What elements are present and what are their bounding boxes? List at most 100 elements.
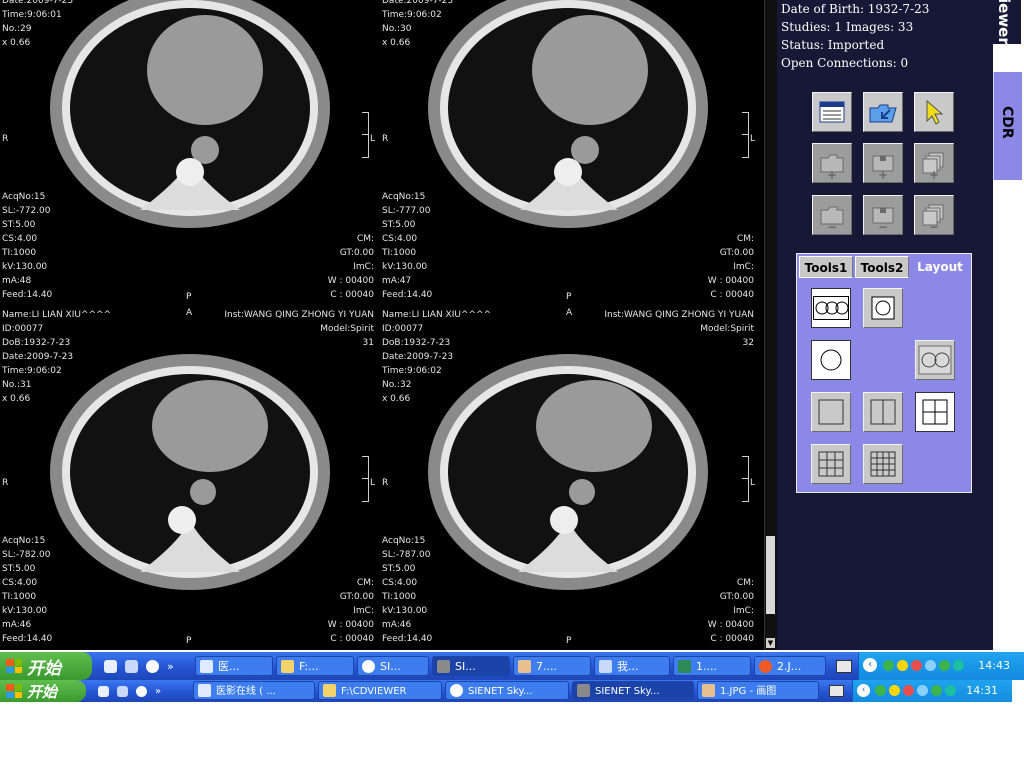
tray-icon[interactable] bbox=[945, 685, 956, 696]
minus-icon: − bbox=[928, 220, 940, 234]
add-folder-button[interactable]: + bbox=[812, 143, 852, 183]
scroll-down-arrow-icon[interactable]: ▼ bbox=[766, 638, 775, 648]
system-tray: ‹ 14:31 bbox=[852, 680, 1012, 702]
tray-icon[interactable] bbox=[953, 660, 964, 671]
layout-compare-heads-button[interactable] bbox=[915, 340, 955, 380]
clock[interactable]: 14:31 bbox=[966, 684, 998, 697]
task-button[interactable]: SIENET Sky... bbox=[445, 681, 569, 700]
orientation-right-marker: R bbox=[382, 134, 389, 144]
viewer-scrollbar[interactable]: ▼ bbox=[764, 0, 777, 650]
app-icon bbox=[678, 660, 691, 673]
tray-icon[interactable] bbox=[897, 660, 908, 671]
layout-4x4-button[interactable] bbox=[863, 444, 903, 484]
tray-icon[interactable] bbox=[917, 685, 928, 696]
layout-head-view-button[interactable] bbox=[811, 340, 851, 380]
layout-multi-head-button[interactable] bbox=[811, 288, 851, 328]
tab-cdr[interactable]: CDR bbox=[993, 72, 1022, 180]
ct-pane-1[interactable]: Date:2009-7-23 Time:9:06:01 No.:29 x 0.66 R… bbox=[0, 0, 380, 300]
orientation-right-marker: R bbox=[2, 478, 9, 488]
desktop-icon[interactable] bbox=[117, 685, 128, 697]
grid-2x2-icon bbox=[922, 399, 948, 425]
tab-tools1[interactable]: Tools1 bbox=[799, 256, 853, 278]
orientation-anterior-marker: A bbox=[566, 308, 573, 318]
windows-logo-icon bbox=[6, 684, 22, 698]
overlay-bottom-right: CM: GT:0.00 ImC: W : 00400 C : 00040 bbox=[327, 578, 374, 644]
overlay-top-left: Date:2009-7-23 Time:9:06:01 No.:29 x 0.66 bbox=[2, 0, 74, 48]
desktop-icon[interactable] bbox=[125, 659, 138, 673]
scrollbar-thumb[interactable] bbox=[766, 536, 775, 614]
tray-icon[interactable] bbox=[889, 685, 900, 696]
keyboard-icon[interactable] bbox=[829, 685, 844, 697]
remove-disk-button[interactable]: − bbox=[863, 195, 903, 235]
chevron-icon[interactable]: » bbox=[167, 660, 174, 673]
tray-icon[interactable] bbox=[875, 685, 886, 696]
orientation-left-marker: L bbox=[370, 478, 376, 488]
multi-head-icon bbox=[813, 296, 849, 320]
import-folder-button[interactable] bbox=[863, 92, 903, 132]
taskbar-top: 开始 » 医... F:... SI... SI... 7.... 我... 1… bbox=[0, 652, 1024, 680]
chevron-left-icon[interactable]: ‹ bbox=[863, 658, 877, 672]
minus-icon: − bbox=[826, 220, 838, 234]
tab-viewer[interactable]: iewer bbox=[993, 0, 1021, 46]
tab-tools2[interactable]: Tools2 bbox=[855, 256, 909, 278]
chevron-icon[interactable]: » bbox=[155, 686, 161, 697]
task-button-active[interactable]: SI... bbox=[432, 656, 510, 676]
start-button[interactable]: 开始 bbox=[0, 652, 92, 680]
task-button[interactable]: 1.JPG - 画图 bbox=[697, 681, 819, 700]
ie-icon[interactable] bbox=[104, 659, 117, 673]
patient-info: Date of Birth: 1932-7-23 Studies: 1 Imag… bbox=[781, 0, 929, 72]
app-icon bbox=[518, 660, 531, 673]
grid-3x3-icon bbox=[818, 451, 844, 477]
task-button[interactable]: 7.... bbox=[513, 656, 591, 676]
remove-folder-button[interactable]: − bbox=[812, 195, 852, 235]
media-player-icon[interactable] bbox=[136, 685, 147, 697]
task-button[interactable]: SI... bbox=[357, 656, 429, 676]
task-button[interactable]: F:\CDVIEWER bbox=[318, 681, 442, 700]
orientation-left-marker: L bbox=[750, 134, 756, 144]
side-panel: Date of Birth: 1932-7-23 Studies: 1 Imag… bbox=[777, 0, 993, 650]
tray-icon[interactable] bbox=[931, 685, 942, 696]
ct-pane-4[interactable]: Name:LI LIAN XIU^^^^ ID:00077 DoB:1932-7-2… bbox=[380, 306, 760, 650]
task-button[interactable]: 我... bbox=[594, 656, 670, 676]
task-button[interactable]: F:... bbox=[276, 656, 354, 676]
tab-layout[interactable]: Layout bbox=[911, 256, 969, 278]
grid-1x1-icon bbox=[818, 399, 844, 425]
task-button[interactable]: 2.J... bbox=[754, 656, 826, 676]
task-button[interactable]: 1.... bbox=[673, 656, 751, 676]
start-button[interactable]: 开始 bbox=[0, 680, 86, 702]
orientation-posterior-marker: P bbox=[566, 636, 572, 646]
layout-single-head-button[interactable] bbox=[863, 288, 903, 328]
app-icon bbox=[437, 660, 450, 673]
overlay-bottom-left: AcqNo:15 SL:-777.00 ST:5.00 CS:4.00 TI:1000 k… bbox=[382, 192, 433, 300]
layout-2x2-button[interactable] bbox=[915, 392, 955, 432]
orientation-posterior-marker: P bbox=[186, 292, 192, 300]
select-pointer-button[interactable] bbox=[914, 92, 954, 132]
tray-icon[interactable] bbox=[925, 660, 936, 671]
ct-pane-3[interactable]: Name:LI LIAN XIU^^^^ ID:00077 DoB:1932-7-2… bbox=[0, 306, 380, 650]
layout-3x3-button[interactable] bbox=[811, 444, 851, 484]
media-player-icon[interactable] bbox=[146, 659, 159, 673]
clock[interactable]: 14:43 bbox=[978, 659, 1010, 672]
image-viewer[interactable]: Date:2009-7-23 Time:9:06:01 No.:29 x 0.66 R… bbox=[0, 0, 764, 650]
study-list-button[interactable] bbox=[812, 92, 852, 132]
overlay-top-left: Date:2009-7-23 Time:9:06:02 No.:30 x 0.66 bbox=[382, 0, 454, 48]
task-button[interactable]: 医... bbox=[195, 656, 273, 676]
tray-icon[interactable] bbox=[883, 660, 894, 671]
scale-ruler bbox=[742, 456, 749, 502]
task-button-active[interactable]: SIENET Sky... bbox=[572, 681, 694, 700]
tray-icon[interactable] bbox=[911, 660, 922, 671]
layout-1x1-button[interactable] bbox=[811, 392, 851, 432]
tray-icon[interactable] bbox=[903, 685, 914, 696]
task-button[interactable]: 医影在线 ( ... bbox=[193, 681, 315, 700]
ct-pane-2[interactable]: Date:2009-7-23 Time:9:06:02 No.:30 x 0.66 R… bbox=[380, 0, 760, 300]
layout-1x2-button[interactable] bbox=[863, 392, 903, 432]
taskbar-bottom: 开始 » 医影在线 ( ... F:\CDVIEWER SIENET Sky..… bbox=[0, 680, 1012, 702]
tray-icon[interactable] bbox=[939, 660, 950, 671]
chevron-left-icon[interactable]: ‹ bbox=[857, 684, 870, 697]
ie-icon[interactable] bbox=[98, 685, 109, 697]
add-disk-button[interactable]: + bbox=[863, 143, 903, 183]
add-images-button[interactable]: + bbox=[914, 143, 954, 183]
remove-images-button[interactable]: − bbox=[914, 195, 954, 235]
head-icon bbox=[871, 296, 895, 320]
keyboard-icon[interactable] bbox=[836, 660, 852, 673]
